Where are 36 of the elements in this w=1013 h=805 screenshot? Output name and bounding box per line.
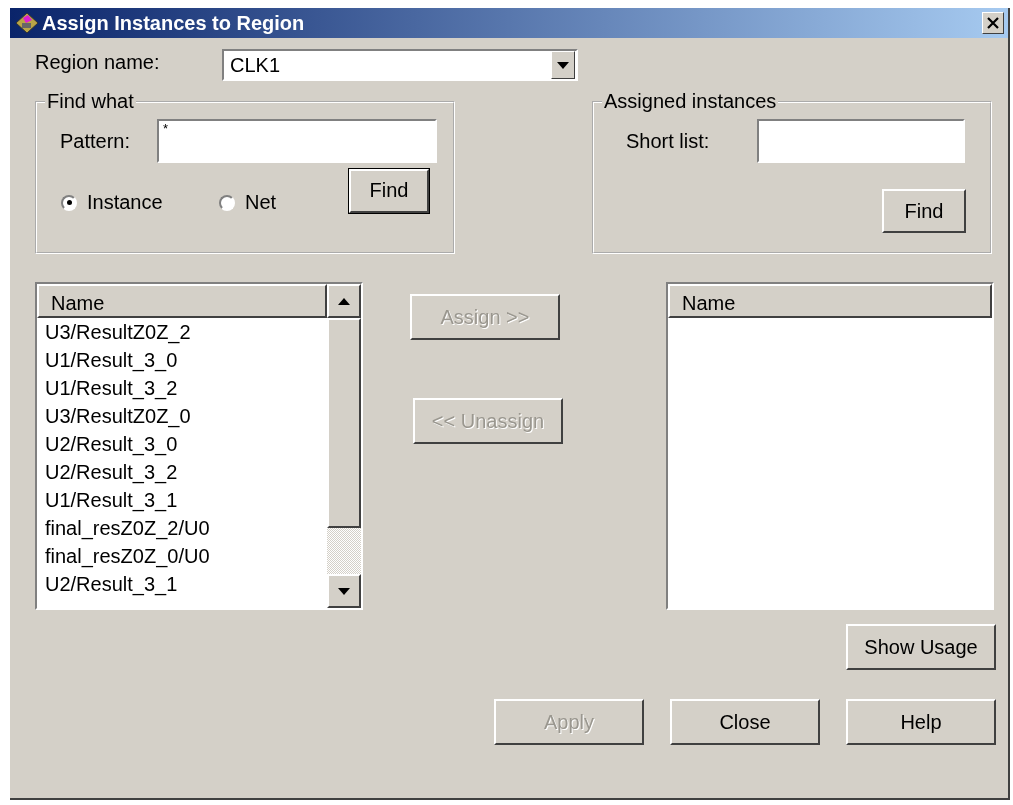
region-name-label: Region name: (35, 50, 161, 74)
column-header[interactable]: Name (37, 284, 327, 318)
list-item[interactable]: U2/Result_3_2 (45, 458, 327, 486)
pattern-label: Pattern: (59, 129, 132, 153)
region-name-dropdown[interactable]: CLK1 (222, 49, 578, 81)
app-icon (14, 11, 40, 35)
list-item[interactable]: U1/Result_3_2 (45, 374, 327, 402)
list-item[interactable]: U2/Result_3_0 (45, 430, 327, 458)
assigned-instances-title: Assigned instances (603, 90, 778, 113)
list-item[interactable]: U3/ResultZ0Z_2 (45, 318, 327, 346)
dropdown-arrow-icon (557, 61, 569, 69)
list-item[interactable]: U1/Result_3_0 (45, 346, 327, 374)
short-list-field[interactable] (757, 119, 965, 163)
window-title: Assign Instances to Region (42, 11, 306, 35)
scroll-down-icon (338, 587, 350, 595)
short-list-label: Short list: (625, 129, 711, 153)
list-item[interactable]: final_resZ0Z_0/U0 (45, 542, 327, 570)
column-header[interactable]: Name (668, 284, 992, 318)
list-item[interactable]: U1/Result_3_1 (45, 486, 327, 514)
find-button[interactable]: Find (349, 168, 429, 213)
scrollbar[interactable] (327, 284, 361, 608)
dialog-button[interactable]: Close (670, 699, 820, 745)
find-button[interactable]: Find (882, 189, 966, 233)
pattern-field[interactable]: * (157, 119, 437, 163)
close-icon (986, 17, 1000, 29)
list-item[interactable]: final_resZ0Z_2/U0 (45, 514, 327, 542)
scroll-up-icon (338, 297, 350, 305)
list-item[interactable]: U3/ResultZ0Z_0 (45, 402, 327, 430)
scroll-thumb[interactable] (327, 318, 361, 528)
dialog-button[interactable]: Help (846, 699, 996, 745)
radio-option[interactable]: Instance (61, 191, 219, 214)
show-usage-button[interactable]: Show Usage (846, 624, 996, 670)
find-what-title: Find what (46, 90, 135, 113)
close-button[interactable] (982, 12, 1004, 34)
list-item[interactable]: U2/Result_3_1 (45, 570, 327, 598)
radio-option[interactable]: Net (219, 191, 349, 214)
